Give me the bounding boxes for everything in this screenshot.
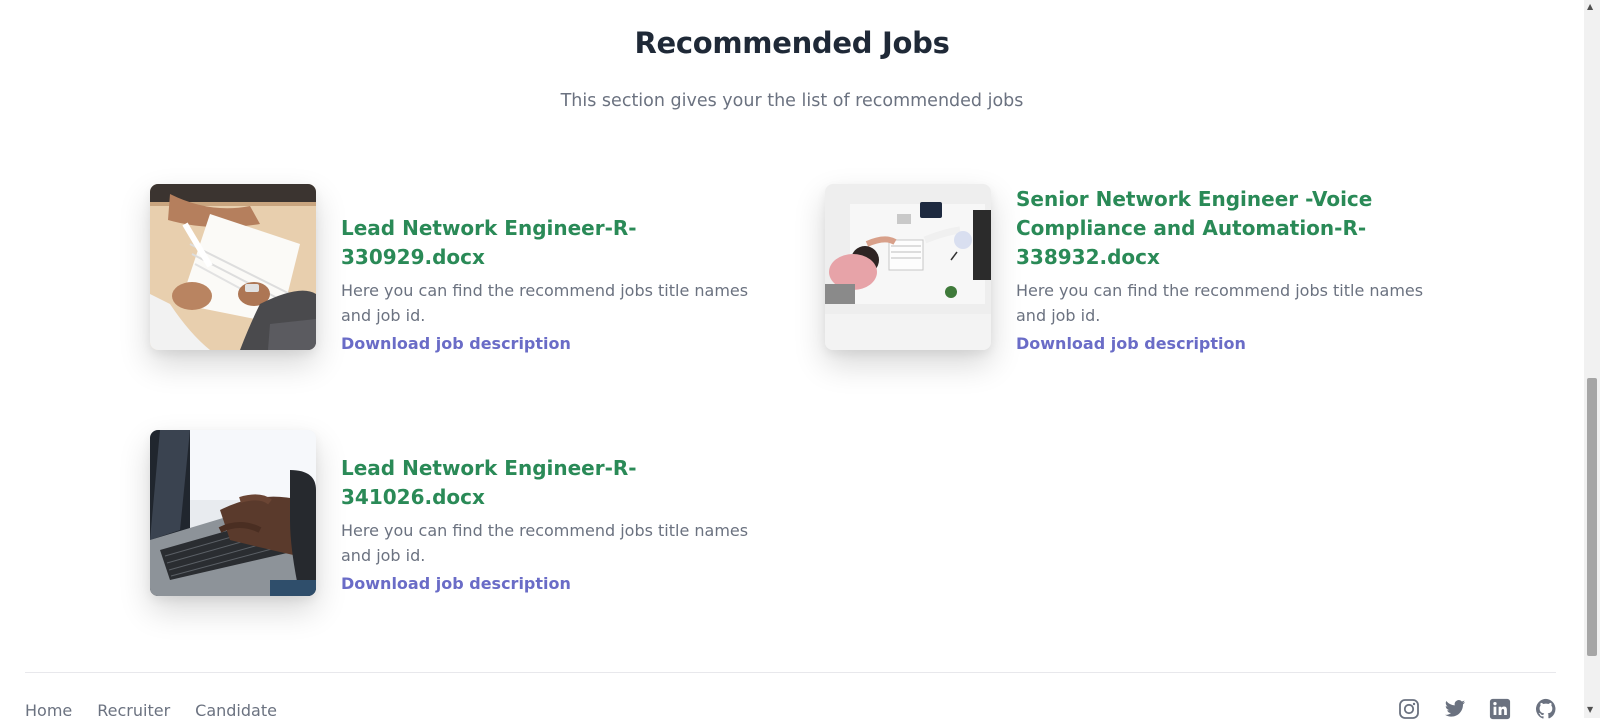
job-info: Senior Network Engineer -Voice Complianc… (1016, 185, 1428, 353)
scrollbar-thumb[interactable] (1587, 378, 1597, 656)
page-scrollbar[interactable]: ▲ ▼ (1584, 0, 1600, 718)
office-handshake-photo (825, 184, 991, 350)
footer-link-home[interactable]: Home (25, 701, 72, 720)
twitter-icon[interactable] (1444, 698, 1466, 720)
job-description: Here you can find the recommend jobs tit… (341, 521, 749, 565)
github-icon[interactable] (1535, 698, 1557, 720)
footer-divider (25, 672, 1556, 673)
job-description: Here you can find the recommend jobs tit… (341, 281, 749, 325)
scroll-up-icon[interactable]: ▲ (1587, 3, 1593, 11)
contract-signing-photo (150, 184, 316, 350)
scroll-down-icon[interactable]: ▼ (1587, 706, 1593, 714)
footer-link-candidate[interactable]: Candidate (195, 701, 277, 720)
laptop-typing-photo (150, 430, 316, 596)
download-job-description-link[interactable]: Download job description (341, 574, 571, 593)
download-job-description-link[interactable]: Download job description (1016, 334, 1246, 353)
job-info: Lead Network Engineer-R-341026.docx Here… (341, 454, 753, 593)
section-title: Recommended Jobs (634, 26, 950, 60)
job-title[interactable]: Lead Network Engineer-R-341026.docx (341, 454, 753, 512)
job-title[interactable]: Senior Network Engineer -Voice Complianc… (1016, 185, 1428, 272)
section-subtitle: This section gives your the list of reco… (560, 91, 1024, 111)
footer-link-recruiter[interactable]: Recruiter (97, 701, 170, 720)
linkedin-icon[interactable] (1489, 698, 1511, 720)
job-title[interactable]: Lead Network Engineer-R-330929.docx (341, 214, 753, 272)
download-job-description-link[interactable]: Download job description (341, 334, 571, 353)
footer-nav: Home Recruiter Candidate (25, 701, 277, 720)
page: Recommended Jobs This section gives your… (0, 0, 1584, 720)
job-info: Lead Network Engineer-R-330929.docx Here… (341, 214, 753, 353)
job-description: Here you can find the recommend jobs tit… (1016, 281, 1424, 325)
instagram-icon[interactable] (1398, 698, 1420, 720)
